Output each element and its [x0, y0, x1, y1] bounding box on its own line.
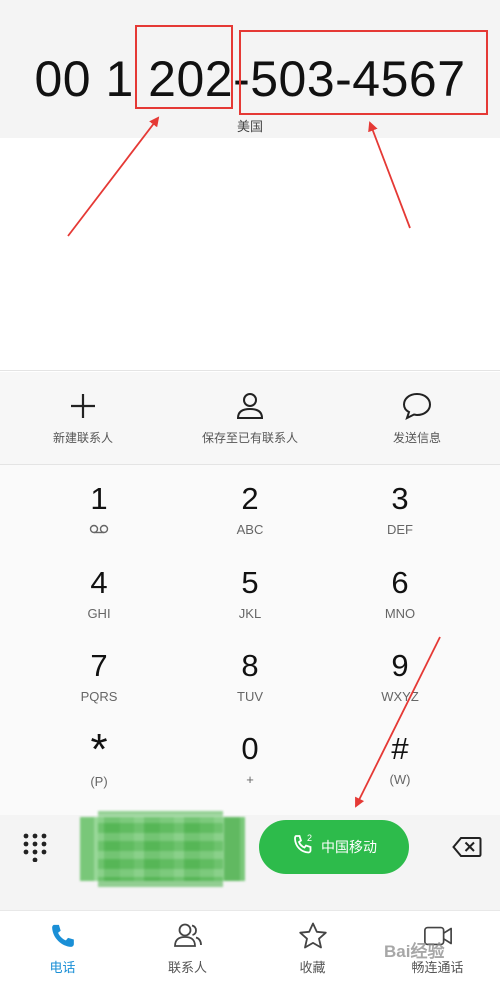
key-0[interactable]: 0 +: [180, 731, 320, 811]
new-contact-button[interactable]: 新建联系人: [0, 372, 166, 464]
new-contact-label: 新建联系人: [52, 431, 113, 445]
key-digit: 6: [391, 565, 409, 600]
key-letters: MNO: [384, 606, 416, 621]
key-letters: (W): [389, 772, 411, 787]
tab-contacts[interactable]: 联系人: [125, 911, 250, 983]
sim2-call-button[interactable]: 2 中国移动: [259, 820, 409, 874]
send-message-button[interactable]: 发送信息: [334, 372, 500, 464]
sim1-call-button-blurred[interactable]: [80, 811, 245, 887]
phone-icon: [48, 921, 78, 951]
action-row: 新建联系人 保存至已有联系人 发送信息: [0, 372, 500, 464]
key-digit: 8: [241, 648, 259, 683]
number-region: 美国: [236, 120, 263, 135]
key-letters: WXYZ: [381, 689, 419, 704]
tab-phone-label: 电话: [49, 961, 76, 976]
local-number-highlight: [239, 30, 488, 115]
tab-favorites-label: 收藏: [299, 961, 326, 976]
key-letters: ABC: [236, 522, 264, 537]
area-code-highlight: [135, 25, 233, 109]
key-digit: 2: [241, 481, 259, 516]
baidu-jingyan-watermark: Bai经验: [384, 942, 445, 961]
key-digit: 4: [90, 565, 108, 600]
key-4[interactable]: 4 GHI: [29, 565, 169, 645]
key-digit: *: [90, 725, 108, 774]
key-9[interactable]: 9 WXYZ: [330, 648, 470, 728]
key-7[interactable]: 7 PQRS: [29, 648, 169, 728]
divider: [0, 370, 500, 371]
key-digit: 1: [90, 481, 108, 516]
key-digit: 9: [391, 648, 409, 683]
tab-phone[interactable]: 电话: [0, 911, 125, 983]
key-letters: +: [246, 772, 254, 787]
key-letters: TUV: [237, 689, 263, 704]
key-3[interactable]: 3 DEF: [330, 481, 470, 561]
save-to-existing-contact-label: 保存至已有联系人: [201, 431, 298, 445]
sim-slot-number: 2: [307, 833, 312, 843]
key-letters: GHI: [87, 606, 111, 621]
arrow-to-local-number: [368, 121, 411, 229]
key-8[interactable]: 8 TUV: [180, 648, 320, 728]
key-digit: 7: [90, 648, 108, 683]
backspace-icon[interactable]: [452, 836, 482, 858]
tab-contacts-label: 联系人: [167, 961, 207, 976]
key-letters: JKL: [238, 606, 262, 621]
chat-bubble-icon: [401, 390, 433, 422]
star-icon: [298, 921, 328, 951]
key-5[interactable]: 5 JKL: [180, 565, 320, 645]
tab-favorites[interactable]: 收藏: [250, 911, 375, 983]
save-to-existing-contact-button[interactable]: 保存至已有联系人: [166, 372, 334, 464]
key-digit: #: [391, 731, 409, 766]
dial-keypad: 1 2 ABC 3 DEF 4 GHI 5 JKL 6 MNO 7 PQRS 8…: [0, 465, 500, 815]
key-digit: 5: [241, 565, 259, 600]
key-letters: (P): [90, 774, 108, 789]
call-row: 2 中国移动: [0, 811, 500, 910]
key-digit: 3: [391, 481, 409, 516]
key-hash[interactable]: # (W): [330, 731, 470, 811]
phone-sim2-icon: 2: [291, 833, 315, 861]
voicemail-icon: [89, 523, 109, 538]
dialpad-toggle-icon[interactable]: [22, 832, 48, 863]
key-letters: PQRS: [80, 689, 118, 704]
key-star[interactable]: * (P): [29, 725, 169, 811]
send-message-label: 发送信息: [392, 431, 441, 445]
carrier-label: 中国移动: [321, 840, 377, 856]
plus-icon: [67, 390, 99, 422]
contacts-icon: [173, 921, 203, 951]
person-icon: [234, 390, 266, 422]
key-digit: 0: [241, 731, 259, 766]
key-letters: DEF: [387, 522, 413, 537]
key-1[interactable]: 1: [29, 481, 169, 561]
key-2[interactable]: 2 ABC: [180, 481, 320, 561]
key-6[interactable]: 6 MNO: [330, 565, 470, 645]
